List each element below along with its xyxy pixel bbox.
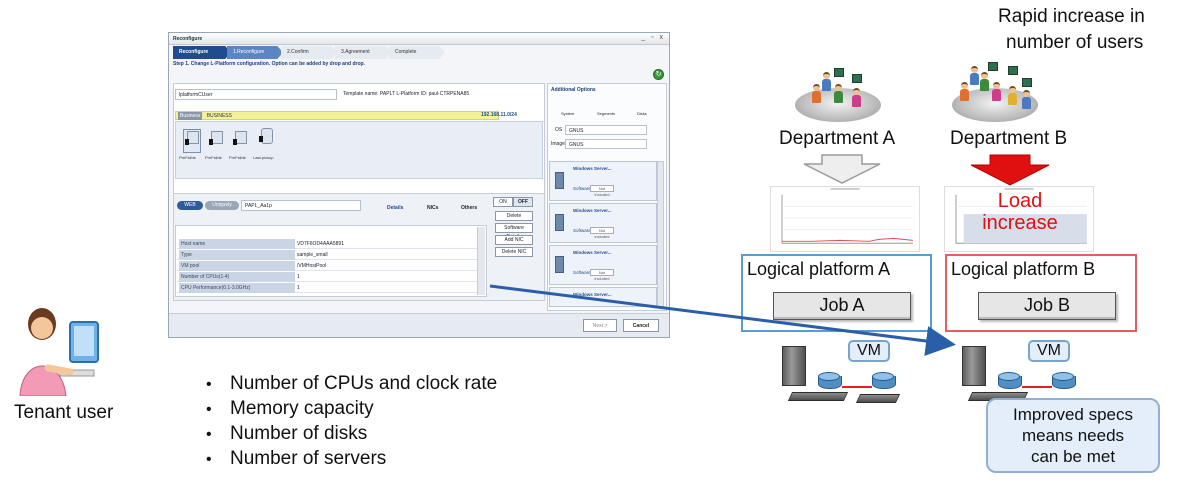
connector-arrow-icon: [489, 284, 956, 356]
